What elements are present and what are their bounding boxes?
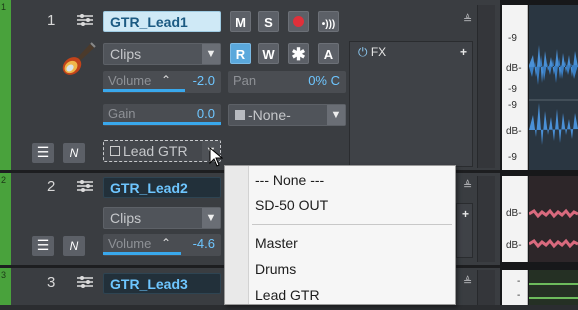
track-1-volume-fill <box>103 89 185 92</box>
mouse-cursor-icon <box>209 146 224 172</box>
chevron-down-icon: ▼ <box>202 44 220 64</box>
output-icon <box>235 110 245 120</box>
track-1-number: 1 <box>47 12 56 29</box>
track-3-settings-icon[interactable] <box>75 274 95 294</box>
chevron-down-icon: ▼ <box>327 105 345 125</box>
track-2-volume-value: -4.6 <box>192 236 215 251</box>
track-3-strip-number: 3 <box>1 270 7 280</box>
track-2-clip-waveform[interactable] <box>528 176 578 262</box>
track-1-volume-label: Volume <box>108 73 152 88</box>
track-1-clips-dropdown[interactable]: Clips ▼ <box>103 43 221 65</box>
track-3-color-strip[interactable]: 3 <box>0 268 11 305</box>
meter-label: -9 <box>508 100 517 111</box>
input-icon <box>110 146 120 156</box>
track-1-clip-waveform[interactable] <box>529 5 578 170</box>
menu-separator <box>252 224 452 225</box>
track-1-strip-number: 1 <box>1 2 7 12</box>
track-1-fx-bin[interactable]: ⏻ FX + <box>349 41 473 167</box>
track-2-volume-label: Volume <box>108 236 152 251</box>
track-1-input-dropdown[interactable]: Lead GTR ▼ <box>103 140 221 162</box>
meter-label: -9 <box>508 84 517 95</box>
meter-label: dB- <box>506 126 522 137</box>
track-3-scroll-strip[interactable]: ≜ <box>463 270 495 305</box>
meter-label: -9 <box>508 152 517 163</box>
meter-label: - <box>517 276 521 287</box>
track-1-read-automation-button[interactable]: R <box>230 43 251 64</box>
track-2-clips-dropdown[interactable]: Clips ▼ <box>103 207 221 229</box>
meter-label: - <box>517 290 521 301</box>
chevron-up-icon: ≜ <box>463 276 473 288</box>
track-1-fx-label: FX <box>370 45 387 59</box>
track-1-output-label: -None- <box>248 107 291 123</box>
track-2-automation-lanes-icon[interactable]: N <box>63 236 85 256</box>
add-fx-icon[interactable]: + <box>462 207 469 221</box>
track-1-gain-slider[interactable]: Gain 0.0 <box>103 104 221 126</box>
track-1-pan-value: 0% C <box>308 73 340 88</box>
track-3-name[interactable]: GTR_Lead3 <box>103 273 221 294</box>
track-2-name[interactable]: GTR_Lead2 <box>103 177 221 198</box>
track-1-input-echo-button[interactable]: •))) <box>318 11 339 32</box>
chevron-up-icon: ≜ <box>463 14 473 26</box>
track-1-volume-value: -2.0 <box>192 73 215 88</box>
track-1-settings-icon[interactable] <box>75 12 95 32</box>
track-1-scroll-strip[interactable]: ≜ <box>463 5 495 168</box>
track-2-clips-label: Clips <box>110 210 142 226</box>
menu-gutter <box>225 166 249 304</box>
track-3-meter <box>502 270 528 305</box>
menu-item-sd50-out[interactable]: SD-50 OUT <box>255 197 328 213</box>
track-3-number: 3 <box>47 274 56 291</box>
track-2-strip-number: 2 <box>1 175 7 185</box>
track-2-scroll-strip[interactable]: ≜ <box>463 176 495 262</box>
chevron-up-icon: ≜ <box>463 180 473 192</box>
track-1-name[interactable]: GTR_Lead1 <box>103 11 221 32</box>
track-2-fx-bin[interactable]: + <box>456 203 473 258</box>
chevron-down-icon: ▼ <box>202 208 220 228</box>
track-1-pan-slider[interactable]: Pan 0% C <box>228 71 346 93</box>
power-icon: ⏻ <box>358 45 368 59</box>
track-1-volume-slider[interactable]: Volume ⌃ -2.0 <box>103 71 221 93</box>
meter-label: dB- <box>506 63 522 74</box>
track-1-record-button[interactable] <box>288 11 309 32</box>
track-2-volume-fill <box>103 252 181 255</box>
track-1-color-strip[interactable]: 1 <box>0 0 11 170</box>
menu-item-drums[interactable]: Drums <box>255 261 296 277</box>
track-1-automation-button[interactable]: A <box>318 43 339 64</box>
menu-item-none[interactable]: --- None --- <box>255 172 324 188</box>
track-1-fx-bypass-button[interactable]: ✱ <box>288 43 309 64</box>
envelope-icon: ⌃ <box>161 236 172 250</box>
track-2-settings-icon[interactable] <box>75 178 95 198</box>
track-1-output-dropdown[interactable]: -None- ▼ <box>228 104 346 126</box>
track-2-color-strip[interactable]: 2 <box>0 173 11 265</box>
track-1-gain-label: Gain <box>108 106 136 121</box>
meter-label: -9 <box>508 33 517 44</box>
menu-item-lead-gtr[interactable]: Lead GTR <box>255 287 320 303</box>
track-1-clips-label: Clips <box>110 46 142 62</box>
track-1-collapse-icon[interactable]: ☰ <box>32 143 54 163</box>
track-2-number: 2 <box>47 178 56 195</box>
track-2-collapse-icon[interactable]: ☰ <box>32 236 54 256</box>
track-1-panel: 1 1 GTR_Lead1 M S •))) Clips ▼ R W ✱ A ⏻… <box>0 0 500 170</box>
track-1-mute-button[interactable]: M <box>230 11 251 32</box>
meter-label: dB- <box>506 208 522 219</box>
meter-label: dB- <box>506 240 522 251</box>
guitar-icon <box>60 42 96 83</box>
track-2-volume-slider[interactable]: Volume ⌃ -4.6 <box>103 234 221 256</box>
input-dropdown-menu: --- None --- SD-50 OUT Master Drums Lead… <box>224 165 456 305</box>
track-1-gain-fill <box>103 122 221 125</box>
track-3-clip-waveform[interactable] <box>529 270 578 305</box>
envelope-icon: ⌃ <box>161 73 172 87</box>
track-1-gain-value: 0.0 <box>196 106 215 121</box>
track-1-write-automation-button[interactable]: W <box>258 43 279 64</box>
track-1-input-label: Lead GTR <box>123 143 188 159</box>
track-1-automation-lanes-icon[interactable]: N <box>63 143 85 163</box>
track-1-solo-button[interactable]: S <box>258 11 279 32</box>
menu-item-master[interactable]: Master <box>255 235 298 251</box>
add-fx-icon[interactable]: + <box>460 45 467 59</box>
track-1-pan-label: Pan <box>233 73 257 88</box>
